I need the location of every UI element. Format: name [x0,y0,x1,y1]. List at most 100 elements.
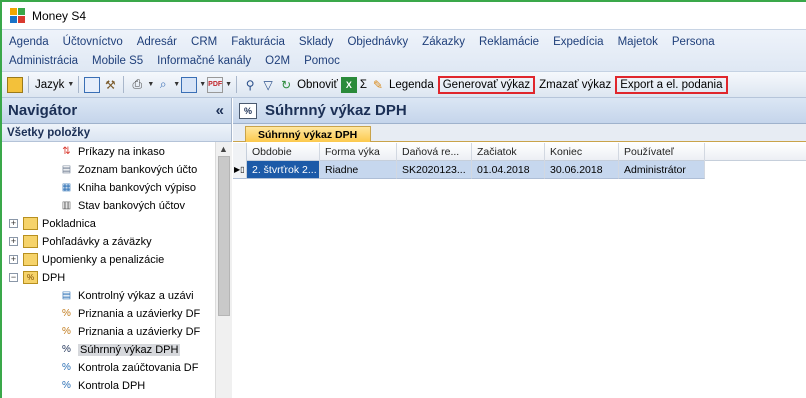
chevron-down-icon[interactable]: ▼ [173,81,180,88]
data-grid: Obdobie Forma výka Daňová re... Začiatok Kon… [233,143,806,179]
collapse-icon[interactable]: − [9,273,18,282]
menu-objednavky[interactable]: Objednávky [340,36,415,48]
tree-item-prikazy-na-inkaso[interactable]: ⇅ Príkazy na inkaso [59,143,165,160]
sum-button[interactable]: Σ [358,79,369,91]
title-bar: Money S4 [2,2,806,29]
chevron-down-icon[interactable]: ▼ [199,81,206,88]
tree-item-label: Pohľadávky a záväzky [42,235,152,248]
chevron-down-icon[interactable]: ▼ [67,81,74,88]
column-header-danova-re[interactable]: Daňová re... [397,143,472,161]
menu-informacne-kanaly[interactable]: Informačné kanály [150,55,258,67]
menu-crm[interactable]: CRM [184,36,224,48]
toolbar-separator [28,76,29,93]
bank-state-icon: ▥ [61,200,72,211]
table-cell-danova-re[interactable]: SK2020123... [397,161,472,179]
menu-administracia[interactable]: Administrácia [2,55,85,67]
tree-item-label: DPH [42,271,66,284]
print-icon[interactable]: ⎙ [129,77,145,93]
legend-button[interactable]: Legenda [387,79,436,91]
tree-item-label: Priznania a uzávierky DF [78,307,201,320]
tools-icon[interactable]: ⚒ [102,77,118,93]
grid-body: ▶▯ 2. štvrťrok 2... Riadne SK2020123... 01.0… [233,161,806,179]
tab-strip: Súhrnný výkaz DPH [233,124,806,142]
view-columns-icon[interactable] [84,76,101,93]
panel-toggle-icon[interactable] [7,76,23,93]
language-button[interactable]: Jazyk [33,79,66,91]
tab-suhrnny-vykaz[interactable]: Súhrnný výkaz DPH [245,126,371,142]
tree-item-pohladavky-a-zavazky[interactable]: + Pohľadávky a záväzky [9,233,152,250]
tree-item-dph[interactable]: −% DPH [9,269,65,286]
table-cell-pouzivatel[interactable]: Administrátor [619,161,705,179]
chevron-down-icon[interactable]: ▼ [225,81,232,88]
tree-item-kniha-bankovych-vypiso[interactable]: ▦ Kniha bankových výpiso [59,179,196,196]
search-icon[interactable]: ⚲ [242,77,258,93]
table-cell-koniec[interactable]: 30.06.2018 [545,161,619,179]
tree-item-pokladnica[interactable]: + Pokladnica [9,215,96,232]
menu-adresar[interactable]: Adresár [130,36,184,48]
tree-item-priznania-a-uzavierky-df[interactable]: % Priznania a uzávierky DF [59,323,200,340]
scrollbar-thumb[interactable] [218,156,230,316]
filter-icon[interactable]: ▽ [260,77,276,93]
column-header-obdobie[interactable]: Obdobie [247,143,320,161]
legend-icon[interactable]: ✎ [370,77,386,93]
tree-item-priznania-a-uzavierky-df[interactable]: % Priznania a uzávierky DF [59,305,200,322]
navigator-scrollbar[interactable]: ▲ [215,142,232,398]
menu-zakazky[interactable]: Zákazky [415,36,472,48]
menu-uctovnictvo[interactable]: Účtovníctvo [56,36,130,48]
tree-item-kontrolny-vykaz-a-uzavi[interactable]: ▤ Kontrolný výkaz a uzávi [59,287,194,304]
menu-fakturacia[interactable]: Fakturácia [224,36,292,48]
column-header-pouzivatel[interactable]: Používateľ [619,143,705,161]
expand-icon[interactable]: + [9,255,18,264]
refresh-button[interactable]: Obnoviť [295,79,340,91]
column-header-zaciatok[interactable]: Začiatok [472,143,545,161]
export-button[interactable]: Export a el. podania [615,75,728,94]
tree-item-suhrnny-vykaz-dph[interactable]: % Súhrnný výkaz DPH [59,341,181,358]
excel-icon[interactable]: X [340,76,357,93]
export-grid-icon[interactable] [181,76,198,93]
payment-order-icon: ⇅ [62,146,71,157]
column-header-forma-vyka[interactable]: Forma výka [320,143,397,161]
tree-item-label: Kniha bankových výpiso [78,181,197,194]
expand-icon[interactable]: + [9,237,18,246]
tree-item-upomienky-a-penalizacie[interactable]: + Upomienky a penalizácie [9,251,164,268]
tree-item-label: Kontrola zaúčtovania DF [78,361,199,374]
print-preview-icon[interactable]: ⌕ [155,77,171,93]
menu-agenda[interactable]: Agenda [2,36,56,48]
menu-row-2: Administrácia Mobile S5 Informačné kanály O… [2,51,347,71]
menu-majetok[interactable]: Majetok [611,36,665,48]
table-cell-obdobie[interactable]: 2. štvrťrok 2... [247,161,320,179]
menu-sklady[interactable]: Sklady [292,36,341,48]
folder-icon [23,253,38,266]
tree-item-kontrola-zauctovania-df[interactable]: % Kontrola zaúčtovania DF [59,359,198,376]
menu-persona[interactable]: Persona [665,36,722,48]
menu-mobile-s5[interactable]: Mobile S5 [85,55,150,67]
table-row[interactable]: ▶▯ 2. štvrťrok 2... Riadne SK2020123... 01.0… [233,161,806,179]
menu-pomoc[interactable]: Pomoc [297,55,347,67]
menu-reklamacie[interactable]: Reklamácie [472,36,546,48]
generate-report-button[interactable]: Generovať výkaz [437,75,536,94]
tree-item-kontrola-dph[interactable]: % Kontrola DPH [59,377,145,394]
menu-expedicia[interactable]: Expedícia [546,36,611,48]
navigator-panel: Navigátor « Všetky položky ⇅ Príkazy na i… [2,98,232,398]
toolbar-separator [123,76,125,93]
menu-o2m[interactable]: O2M [258,55,297,67]
tree-item-zoznam-bankovych-ucto[interactable]: ▤ Zoznam bankových účto [59,161,197,178]
chevron-down-icon[interactable]: ▼ [147,81,154,88]
navigator-tree: ⇅ Príkazy na inkaso ▤ Zoznam bankových účto… [2,142,231,398]
main-menu: Agenda Účtovníctvo Adresár CRM Fakturácia Skl… [2,29,806,71]
tree-item-label: Pokladnica [42,217,96,230]
table-cell-forma-vyka[interactable]: Riadne [320,161,397,179]
tree-item-label: Stav bankových účtov [78,199,186,212]
grid-header: Obdobie Forma výka Daňová re... Začiatok Kon… [233,143,806,161]
delete-report-button[interactable]: Zmazať výkaz [537,79,613,91]
expand-icon[interactable]: + [9,219,18,228]
pdf-icon[interactable]: PDF [207,76,224,93]
collapse-navigator-button[interactable]: « [216,102,224,119]
refresh-icon[interactable]: ↻ [278,77,294,93]
grid-header-indicator [233,143,247,161]
tree-item-stav-bankovych-uctov[interactable]: ▥ Stav bankových účtov [59,197,185,214]
tree-item-label: Kontrolný výkaz a uzávi [78,289,194,302]
column-header-koniec[interactable]: Koniec [545,143,619,161]
scroll-up-icon[interactable]: ▲ [219,144,228,154]
table-cell-zaciatok[interactable]: 01.04.2018 [472,161,545,179]
